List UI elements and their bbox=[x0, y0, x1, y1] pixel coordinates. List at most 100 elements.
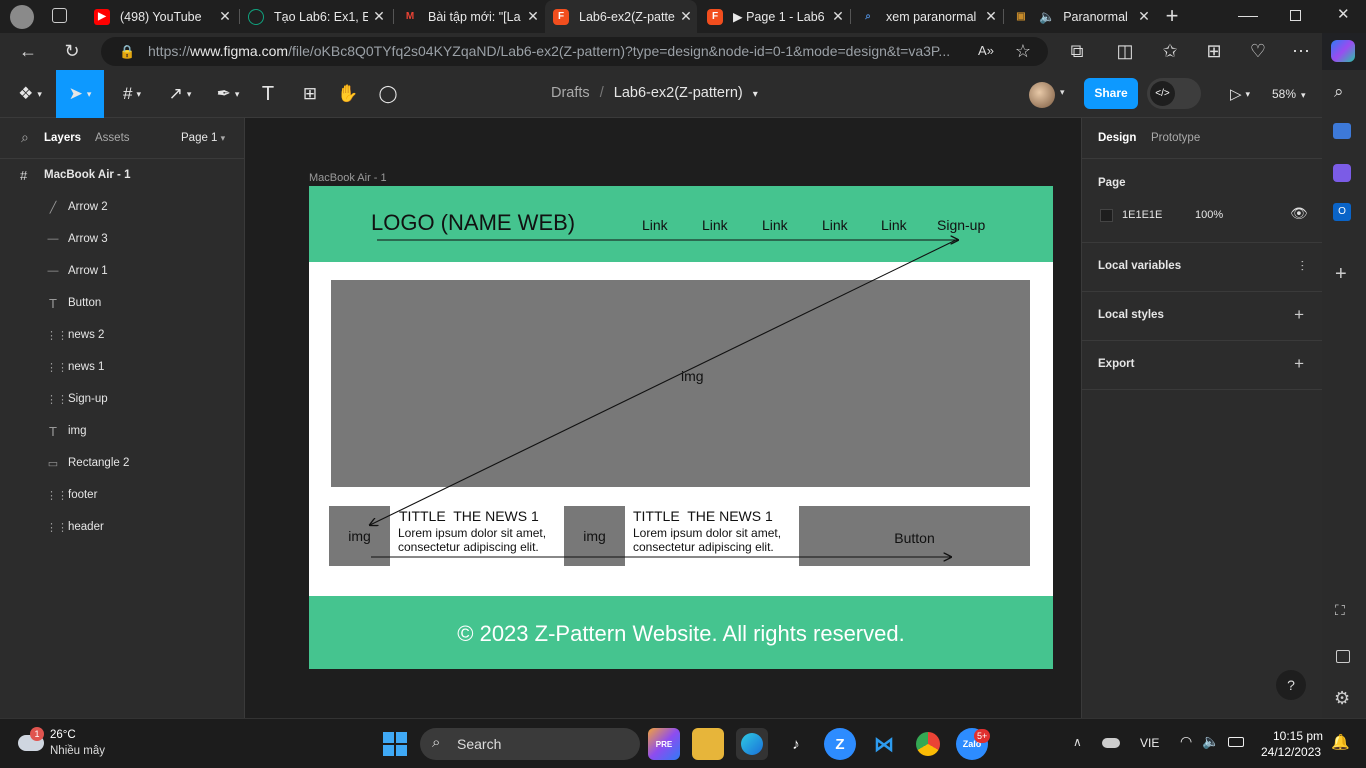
profile-avatar[interactable] bbox=[10, 5, 34, 29]
refresh-icon[interactable]: ↻ bbox=[58, 37, 86, 65]
shape-arrow-tool-icon[interactable]: ↗ ▾ bbox=[160, 70, 200, 118]
resources-tool-icon[interactable]: ⊞ bbox=[296, 70, 324, 118]
notification-bell-icon[interactable]: 🔔 bbox=[1331, 733, 1350, 751]
plus-icon[interactable]: + bbox=[1294, 354, 1304, 374]
favorite-star-icon[interactable]: ☆ bbox=[1009, 37, 1037, 65]
settings-gear-icon[interactable]: ⚙ bbox=[1334, 688, 1350, 709]
search-icon[interactable]: ⌕ bbox=[21, 129, 29, 146]
file-explorer-icon[interactable] bbox=[692, 728, 724, 760]
close-window-button[interactable]: ✕ bbox=[1337, 5, 1350, 23]
close-icon[interactable]: ✕ bbox=[1133, 8, 1155, 25]
layer-item[interactable]: ▭ Rectangle 2 bbox=[0, 447, 244, 479]
chevron-down-icon[interactable]: ▾ bbox=[1060, 87, 1065, 98]
page-color-hex[interactable]: 1E1E1E bbox=[1122, 209, 1162, 221]
user-avatar[interactable] bbox=[1029, 82, 1055, 108]
start-windows-icon[interactable] bbox=[383, 732, 407, 756]
frame-tool-icon[interactable]: # ▾ bbox=[112, 70, 152, 118]
tab-search[interactable]: ⌕ xem paranormal ✕ bbox=[852, 0, 1002, 33]
close-icon[interactable]: ✕ bbox=[522, 8, 544, 25]
close-icon[interactable]: ✕ bbox=[827, 8, 849, 25]
figma-main-menu-icon[interactable]: ❖ ▾ bbox=[10, 70, 50, 118]
copilot-app-icon[interactable] bbox=[1333, 164, 1351, 182]
copilot-pre-icon[interactable]: PRE bbox=[648, 728, 680, 760]
arrow-2-line[interactable] bbox=[370, 238, 959, 525]
layer-item[interactable]: T Button bbox=[0, 287, 244, 319]
help-button[interactable]: ? bbox=[1276, 670, 1306, 700]
local-styles-section[interactable]: Local styles + bbox=[1082, 292, 1322, 341]
move-tool-icon[interactable]: ➤ ▾ bbox=[56, 70, 104, 118]
close-icon[interactable]: ✕ bbox=[675, 8, 697, 25]
layer-item[interactable]: ⋮⋮ footer bbox=[0, 479, 244, 511]
tab-assets[interactable]: Assets bbox=[95, 132, 130, 144]
hand-tool-icon[interactable]: ✋ bbox=[334, 70, 362, 118]
clock-date[interactable]: 24/12/2023 bbox=[1261, 745, 1321, 759]
layer-item[interactable]: Timg bbox=[0, 415, 244, 447]
design-canvas[interactable]: MacBook Air - 1 LOGO (NAME WEB) Link Lin… bbox=[245, 118, 1081, 718]
layer-item[interactable]: ⋮⋮ news 2 bbox=[0, 319, 244, 351]
performance-icon[interactable]: ♡ bbox=[1244, 37, 1272, 65]
search-icon[interactable]: ⌕ bbox=[1334, 82, 1344, 102]
read-aloud-icon[interactable]: A» bbox=[972, 37, 1000, 65]
chrome-icon[interactable] bbox=[912, 728, 944, 760]
tab-figma-prototype[interactable]: F ▶ Page 1 - Lab6 ✕ bbox=[699, 0, 849, 33]
clock-time[interactable]: 10:15 pm bbox=[1273, 729, 1323, 743]
comment-tool-icon[interactable]: ◯ bbox=[374, 70, 402, 118]
restore-button[interactable] bbox=[1290, 10, 1301, 21]
zoom-level[interactable]: 58% ▾ bbox=[1272, 87, 1306, 101]
export-section[interactable]: Export + bbox=[1082, 341, 1322, 390]
outlook-icon[interactable]: O bbox=[1333, 203, 1351, 221]
layer-item[interactable]: — Arrow 3 bbox=[0, 223, 244, 255]
favorites-icon[interactable]: ✩ bbox=[1156, 37, 1184, 65]
page-selector[interactable]: Page 1 ▾ bbox=[181, 132, 225, 144]
tab-design[interactable]: Design bbox=[1098, 132, 1136, 144]
tab-prototype[interactable]: Prototype bbox=[1151, 132, 1200, 144]
new-tab-button[interactable]: + bbox=[1160, 4, 1184, 28]
copilot-icon[interactable] bbox=[1331, 40, 1355, 62]
more-menu-icon[interactable]: ⋯ bbox=[1287, 37, 1315, 65]
battery-icon[interactable] bbox=[1228, 737, 1244, 747]
close-icon[interactable]: ✕ bbox=[368, 8, 390, 25]
layer-frame-macbook[interactable]: # MacBook Air - 1 bbox=[0, 159, 244, 191]
shopping-tag-icon[interactable] bbox=[1333, 123, 1351, 139]
plus-icon[interactable]: + bbox=[1294, 305, 1304, 325]
file-name[interactable]: Lab6-ex2(Z-pattern) bbox=[614, 85, 743, 101]
breadcrumb-drafts[interactable]: Drafts bbox=[551, 85, 590, 101]
language-indicator[interactable]: VIE bbox=[1140, 736, 1159, 750]
chevron-down-icon[interactable]: ▾ bbox=[753, 89, 758, 100]
tab-paranormal[interactable]: ▣ 🔈 Paranormal ✕ bbox=[1005, 0, 1155, 33]
tab-chatgpt[interactable]: Tạo Lab6: Ex1, Ex ✕ bbox=[240, 0, 390, 33]
extensions-icon[interactable]: ⧉ bbox=[1063, 37, 1091, 65]
layer-item[interactable]: ⋮⋮ news 1 bbox=[0, 351, 244, 383]
pen-tool-icon[interactable]: ✒ ▾ bbox=[208, 70, 248, 118]
z-pattern-arrows[interactable] bbox=[245, 118, 1081, 718]
tab-layers[interactable]: Layers bbox=[44, 132, 81, 144]
layer-item[interactable]: ⋮⋮ header bbox=[0, 511, 244, 543]
taskbar-search-box[interactable]: ⌕ Search bbox=[420, 728, 640, 760]
url-input[interactable]: 🔒 https://www.figma.com/file/oKBc8Q0TYfq… bbox=[101, 37, 1048, 66]
onedrive-cloud-icon[interactable] bbox=[1102, 738, 1120, 748]
present-play-icon[interactable]: ▷ ▾ bbox=[1222, 70, 1258, 118]
tab-gmail[interactable]: M Bài tập mới: "[La ✕ bbox=[394, 0, 544, 33]
tab-figma-active[interactable]: F Lab6-ex2(Z-patte ✕ bbox=[545, 0, 697, 33]
eye-icon[interactable]: 👁 bbox=[1290, 205, 1308, 222]
close-icon[interactable]: ✕ bbox=[214, 8, 236, 25]
split-screen-icon[interactable]: ◫ bbox=[1111, 37, 1139, 65]
collections-icon[interactable]: ⊞ bbox=[1200, 37, 1228, 65]
share-button[interactable]: Share bbox=[1084, 78, 1138, 109]
weather-widget[interactable]: 1 26°C Nhiều mây bbox=[16, 727, 126, 761]
chevron-up-icon[interactable]: ∧ bbox=[1073, 735, 1082, 749]
page-color-swatch[interactable] bbox=[1100, 209, 1113, 222]
speaker-icon[interactable]: 🔈 bbox=[1039, 9, 1055, 25]
page-opacity[interactable]: 100% bbox=[1195, 209, 1223, 221]
dev-mode-toggle[interactable]: </> bbox=[1147, 78, 1201, 109]
layer-item[interactable]: ⋮⋮ Sign-up bbox=[0, 383, 244, 415]
local-variables-section[interactable]: Local variables ⫶ bbox=[1082, 243, 1322, 292]
close-icon[interactable]: ✕ bbox=[980, 8, 1002, 25]
wifi-icon[interactable]: ◠ bbox=[1180, 733, 1192, 750]
tab-youtube[interactable]: ▶ (498) YouTube ✕ bbox=[86, 0, 236, 33]
minimize-button[interactable] bbox=[1238, 8, 1258, 24]
zoom-app-icon[interactable]: Z bbox=[824, 728, 856, 760]
edge-browser-icon[interactable] bbox=[736, 728, 768, 760]
tiktok-icon[interactable]: ♪ bbox=[780, 728, 812, 760]
add-sidebar-app-icon[interactable]: + bbox=[1335, 263, 1347, 286]
